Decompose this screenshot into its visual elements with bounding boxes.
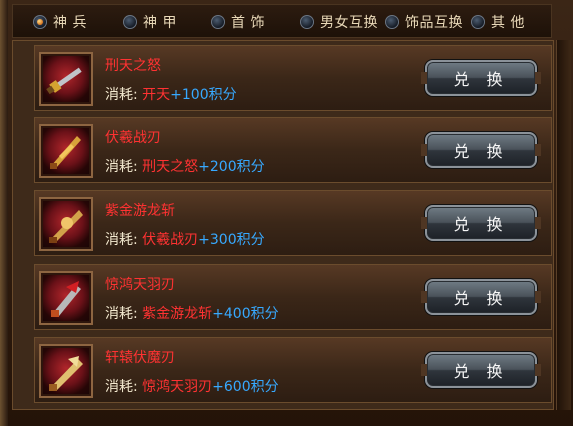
exchange-button[interactable]: 兑 换 <box>421 60 541 96</box>
tab-accessory-swap[interactable]: 饰品互换 <box>385 12 463 32</box>
cost-points: +100积分 <box>170 87 237 103</box>
tab-label: 神 甲 <box>143 15 177 31</box>
exchange-button[interactable]: 兑 换 <box>421 279 541 315</box>
item-cost: 消耗: 紫金游龙斩+400积分 <box>105 303 279 323</box>
radio-icon <box>211 15 225 29</box>
cost-points: +200积分 <box>198 159 265 175</box>
exchange-button[interactable]: 兑 换 <box>421 132 541 168</box>
item-cost: 消耗: 开天+100积分 <box>105 84 237 104</box>
tab-label: 男女互换 <box>320 15 378 31</box>
blade-icon <box>39 124 93 178</box>
exchange-item: 刑天之怒 消耗: 开天+100积分 兑 换 <box>34 45 552 111</box>
item-name: 轩辕伏魔刃 <box>105 350 175 366</box>
cost-required-item: 紫金游龙斩 <box>142 306 213 322</box>
sword-icon <box>39 52 93 106</box>
radio-icon <box>385 15 399 29</box>
tab-gender-swap[interactable]: 男女互换 <box>300 12 378 32</box>
exchange-button[interactable]: 兑 换 <box>421 205 541 241</box>
item-cost: 消耗: 刑天之怒+200积分 <box>105 156 265 176</box>
tab-shenbing[interactable]: 神 兵 <box>33 12 87 32</box>
cost-label: 消耗: <box>105 379 138 395</box>
cost-label: 消耗: <box>105 87 138 103</box>
cost-label: 消耗: <box>105 159 138 175</box>
cost-label: 消耗: <box>105 306 138 322</box>
dragon-blade-icon <box>39 197 93 251</box>
cost-required-item: 刑天之怒 <box>142 159 199 175</box>
radio-icon <box>123 15 137 29</box>
radio-icon <box>300 15 314 29</box>
cost-required-item: 开天 <box>142 87 171 103</box>
exchange-item: 轩辕伏魔刃 消耗: 惊鸿天羽刃+600积分 兑 换 <box>34 337 552 403</box>
tab-label: 首 饰 <box>231 15 265 31</box>
cost-label: 消耗: <box>105 232 138 248</box>
cost-required-item: 惊鸿天羽刃 <box>142 379 213 395</box>
tab-label: 饰品互换 <box>405 15 463 31</box>
exchange-item: 紫金游龙斩 消耗: 伏羲战刃+300积分 兑 换 <box>34 190 552 256</box>
exchange-button[interactable]: 兑 换 <box>421 352 541 388</box>
item-name: 刑天之怒 <box>105 58 161 74</box>
item-cost: 消耗: 惊鸿天羽刃+600积分 <box>105 376 279 396</box>
radio-selected-icon <box>33 15 47 29</box>
item-name: 伏羲战刃 <box>105 130 161 146</box>
scrollbar[interactable] <box>556 40 571 410</box>
tab-other[interactable]: 其 他 <box>471 12 525 32</box>
cost-points: +600积分 <box>212 379 279 395</box>
tab-shoushi[interactable]: 首 饰 <box>211 12 265 32</box>
tab-shenjia[interactable]: 神 甲 <box>123 12 177 32</box>
cost-points: +300积分 <box>198 232 265 248</box>
cost-points: +400积分 <box>212 306 279 322</box>
exchange-item: 惊鸿天羽刃 消耗: 紫金游龙斩+400积分 兑 换 <box>34 264 552 330</box>
tab-label: 其 他 <box>491 15 525 31</box>
radio-icon <box>471 15 485 29</box>
demon-blade-icon <box>39 344 93 398</box>
exchange-item: 伏羲战刃 消耗: 刑天之怒+200积分 兑 换 <box>34 117 552 183</box>
category-tabs: 神 兵 神 甲 首 饰 男女互换 饰品互换 其 他 <box>12 4 552 38</box>
item-name: 惊鸿天羽刃 <box>105 277 175 293</box>
tab-label: 神 兵 <box>53 15 87 31</box>
item-cost: 消耗: 伏羲战刃+300积分 <box>105 229 265 249</box>
item-name: 紫金游龙斩 <box>105 203 175 219</box>
feather-blade-icon <box>39 271 93 325</box>
cost-required-item: 伏羲战刃 <box>142 232 199 248</box>
